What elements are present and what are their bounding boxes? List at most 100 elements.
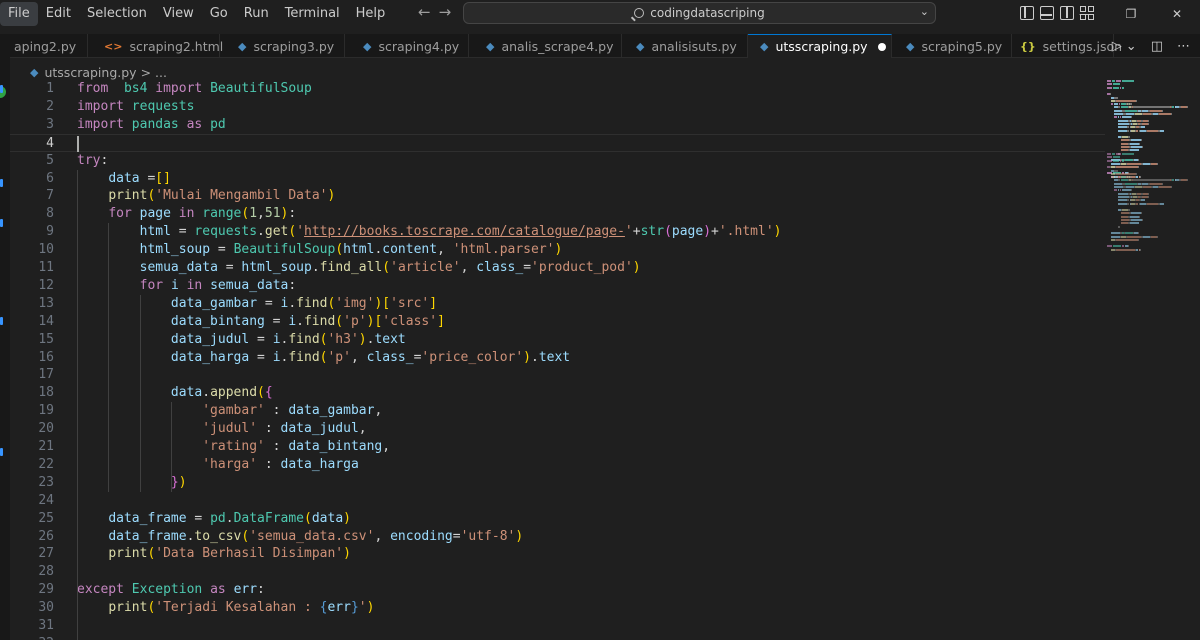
code-line[interactable]: 14 data_bintang = i.find('p')['class'] (10, 313, 1105, 331)
python-icon: ◆ (760, 40, 769, 53)
code-token: data_bintang (170, 313, 265, 329)
more-actions-icon[interactable]: ⋯ (1177, 39, 1190, 54)
code-line[interactable]: 1 from bs4 import BeautifulSoup (10, 80, 1105, 98)
code-line[interactable]: 9 html = requests.get('http://books.tosc… (10, 223, 1105, 241)
python-icon: ◆ (30, 65, 39, 79)
code-text: try: (77, 152, 108, 170)
code-line[interactable]: 21 'rating' : data_bintang, (10, 438, 1105, 456)
menu-selection[interactable]: Selection (79, 2, 155, 26)
code-token: . (288, 295, 297, 311)
tab-scraping4-py[interactable]: ◆ scraping4.py (345, 34, 469, 58)
tab-scraping2-html[interactable]: <> scraping2.html (88, 34, 223, 58)
line-number: 14 (38, 313, 54, 329)
minimap[interactable] (1105, 58, 1189, 640)
toggle-panel-icon[interactable] (1040, 6, 1054, 20)
back-arrow-icon[interactable]: ← (418, 3, 431, 21)
tab-utsscraping-py[interactable]: ◆ utsscraping.py (748, 34, 892, 58)
code-line[interactable]: 7 print('Mulai Mengambil Data') (10, 187, 1105, 205)
code-line[interactable]: 15 data_judul = i.find('h3').text (10, 331, 1105, 349)
breadcrumb-file[interactable]: utsscraping.py (44, 65, 136, 80)
run-icon[interactable]: ▷ (1112, 39, 1122, 54)
minimap-token (1117, 122, 1129, 125)
code-line[interactable]: 12 for i in semua_data: (10, 277, 1105, 295)
code-line[interactable]: 13 data_gambar = i.find('img')['src'] (10, 295, 1105, 313)
code-line[interactable]: 10 html_soup = BeautifulSoup(html.conten… (10, 241, 1105, 259)
code-token: text (374, 331, 406, 347)
code-line[interactable]: 8 for page in range(1,51): (10, 205, 1105, 223)
minimize-button[interactable]: — (1062, 7, 1108, 21)
code-token: range (202, 206, 242, 222)
code-line[interactable]: 24 (10, 492, 1105, 510)
tab-analisisuts-py[interactable]: ◆ analisisuts.py (622, 34, 748, 58)
code-token: 'product_pod' (531, 260, 633, 275)
menu-help[interactable]: Help (348, 2, 394, 26)
menu-run[interactable]: Run (236, 2, 277, 26)
code-line[interactable]: 18 data.append({ (10, 384, 1105, 402)
code-token: page (139, 206, 171, 222)
tab-analis-scrape4-py[interactable]: ◆ analis_scrape4.py (469, 34, 622, 58)
code-line[interactable]: 25 data_frame = pd.DataFrame(data) (10, 510, 1105, 528)
unsaved-changes-dot-icon[interactable] (877, 42, 886, 51)
code-token: '.html' (718, 224, 774, 240)
code-text: 'rating' : data_bintang, (77, 438, 390, 456)
tab-scraping3-py[interactable]: ◆ scraping3.py (220, 34, 345, 58)
line-number: 18 (38, 385, 54, 401)
code-line[interactable]: 6 data =[] (10, 170, 1105, 188)
tab-scraping2-py[interactable]: aping2.py (10, 34, 88, 58)
code-token: , (437, 242, 453, 258)
minimap-token (1143, 113, 1152, 115)
code-line[interactable]: 27 print('Data Berhasil Disimpan') (10, 545, 1105, 563)
tab-settings-json[interactable]: {} settings.json (1012, 34, 1122, 58)
minimap-token (1117, 192, 1128, 195)
tab-scraping5-py[interactable]: ◆ scraping5.py (892, 34, 1012, 58)
menu-view[interactable]: View (155, 2, 202, 26)
code-line[interactable]: 11 semua_data = html_soup.find_all('arti… (10, 259, 1105, 277)
minimap-token (1117, 199, 1127, 202)
code-token: data_gambar (170, 295, 258, 311)
line-number: 20 (38, 421, 54, 437)
code-line[interactable]: 5 try: (10, 152, 1105, 170)
forward-arrow-icon[interactable]: → (439, 3, 452, 21)
line-number: 17 (38, 367, 54, 383)
chevron-down-icon[interactable]: ⌄ (920, 5, 929, 18)
close-button[interactable]: ✕ (1154, 7, 1200, 21)
code-line[interactable]: 28 (10, 563, 1105, 581)
toggle-primary-sidebar-icon[interactable] (1020, 6, 1034, 20)
split-editor-icon[interactable]: ◫ (1151, 39, 1163, 54)
menu-file[interactable]: File (0, 2, 38, 26)
code-line[interactable]: 16 data_harga = i.find('p', class_='pric… (10, 349, 1105, 367)
code-token: = (249, 331, 273, 347)
chevron-down-icon[interactable]: ⌄ (1126, 39, 1137, 54)
code-line[interactable]: 31 (10, 617, 1105, 635)
code-line[interactable]: 29 except Exception as err: (10, 581, 1105, 599)
minimap-token (1141, 126, 1145, 129)
breadcrumb-symbols[interactable]: ... (155, 65, 167, 80)
code-line[interactable]: 22 'harga' : data_harga (10, 456, 1105, 474)
code-line[interactable]: 30 print('Terjadi Kesalahan : {err}') (10, 599, 1105, 617)
code-line[interactable]: 19 'gambar' : data_gambar, (10, 402, 1105, 420)
code-token: try (77, 152, 101, 168)
code-token: { (264, 385, 273, 401)
code-line[interactable]: 17 (10, 366, 1105, 384)
code-editor[interactable]: 1 from bs4 import BeautifulSoup 2 import re… (10, 80, 1105, 640)
code-token: find (303, 313, 336, 329)
code-token: . (311, 260, 320, 275)
restore-button[interactable]: ❐ (1108, 7, 1154, 21)
code-line[interactable]: 4 (10, 133, 1105, 152)
code-line[interactable]: 32 (10, 635, 1105, 640)
code-line[interactable]: 23 }) (10, 474, 1105, 492)
command-center-search[interactable]: codingdatascriping ⌄ (463, 2, 936, 24)
menu-terminal[interactable]: Terminal (277, 2, 348, 26)
breadcrumb: ◆ utsscraping.py > ... (30, 63, 167, 81)
menu-edit[interactable]: Edit (38, 2, 79, 26)
code-line[interactable]: 3 import pandas as pd (10, 116, 1105, 134)
menu-go[interactable]: Go (202, 2, 236, 26)
code-line[interactable]: 20 'judul' : data_judul, (10, 420, 1105, 438)
code-line[interactable]: 2 import requests (10, 98, 1105, 116)
code-line[interactable]: 26 data_frame.to_csv('semua_data.csv', e… (10, 528, 1105, 546)
code-token: page (671, 224, 704, 240)
code-token: ( (288, 224, 297, 240)
minimap-token (1112, 80, 1116, 82)
